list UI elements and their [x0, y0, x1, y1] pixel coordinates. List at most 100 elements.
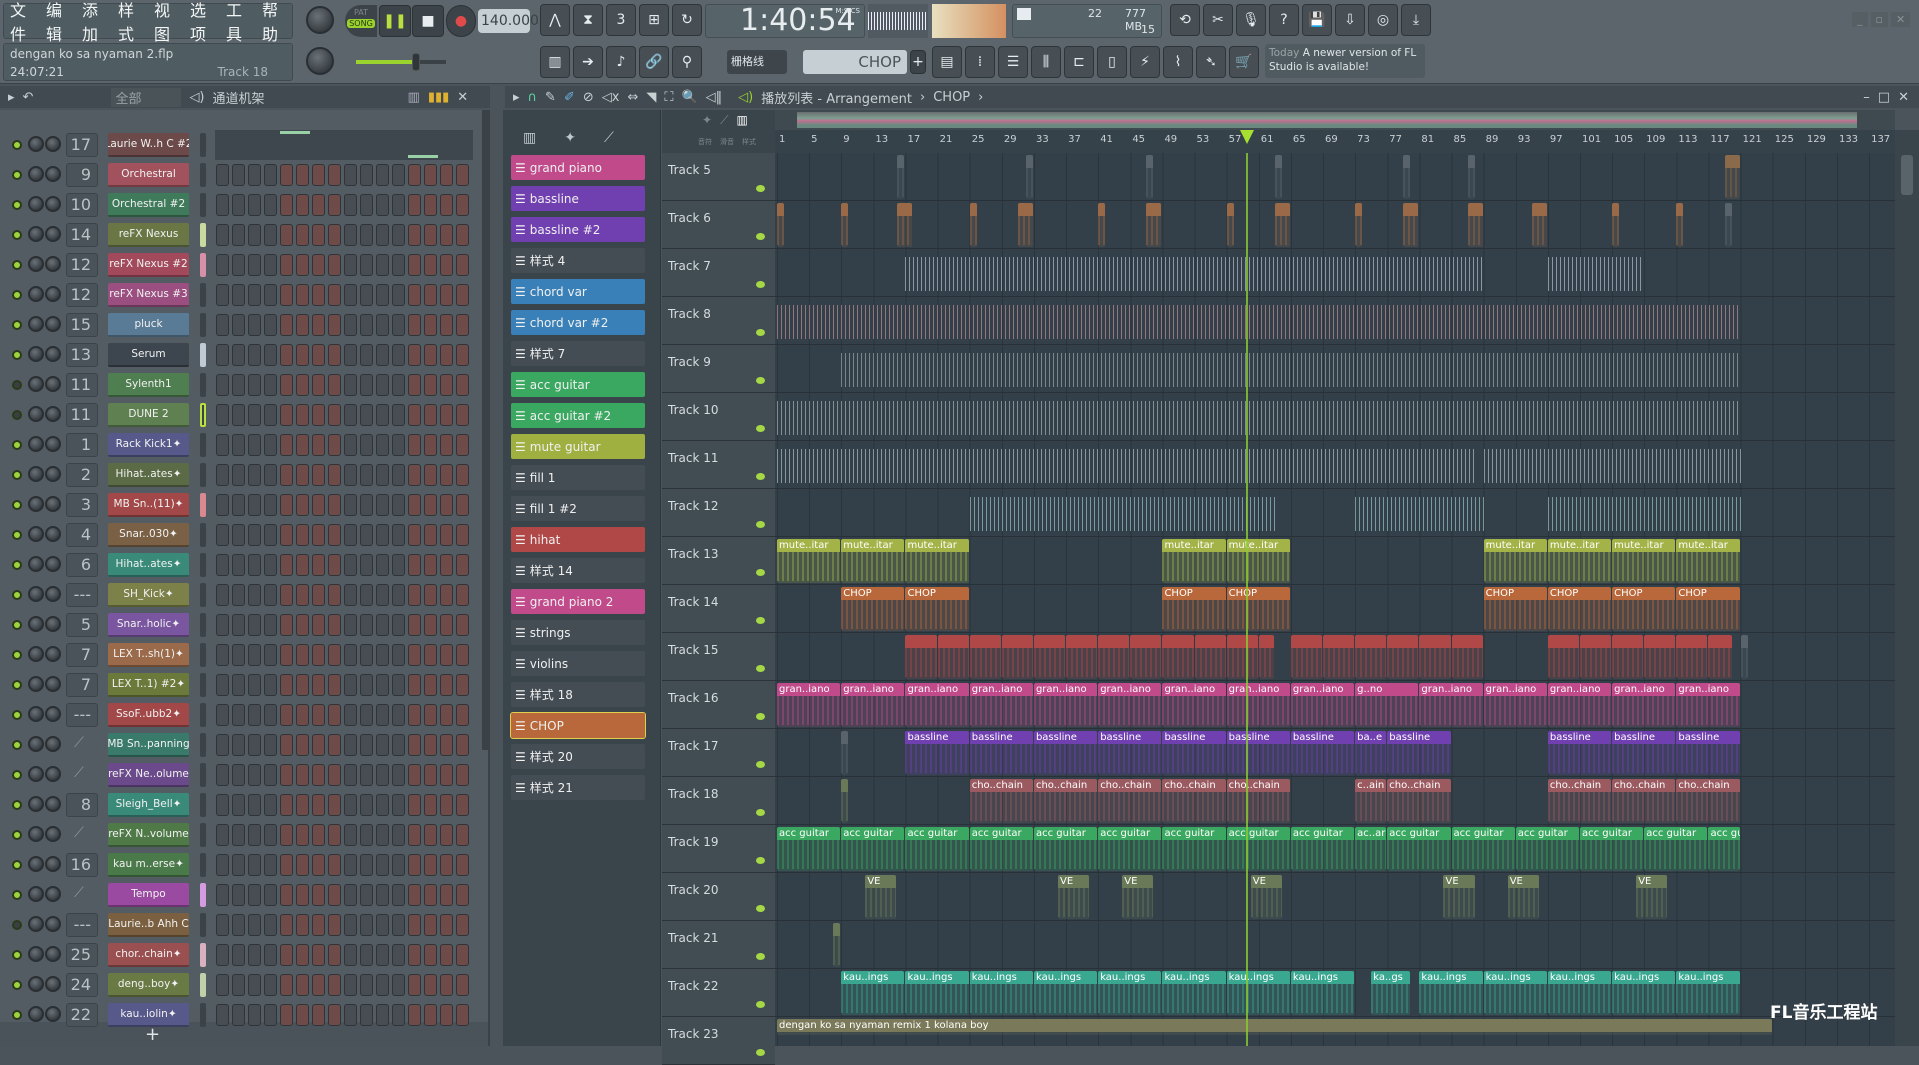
- playlist-clip[interactable]: [1226, 203, 1234, 247]
- step-pad[interactable]: [344, 914, 357, 936]
- clip-content[interactable]: [905, 257, 1484, 291]
- track-header[interactable]: Track 16: [662, 681, 775, 729]
- channel-mute-led[interactable]: [12, 650, 22, 660]
- step-pad[interactable]: [440, 524, 453, 546]
- step-pad[interactable]: [408, 674, 421, 696]
- step-pad[interactable]: [424, 674, 437, 696]
- slide-icon[interactable]: ♪: [606, 46, 636, 78]
- step-pad[interactable]: [312, 704, 325, 726]
- step-pad[interactable]: [312, 944, 325, 966]
- playlist-clip[interactable]: CHOP: [841, 587, 905, 631]
- track-header[interactable]: Track 22: [662, 969, 775, 1017]
- panel-close-icon[interactable]: ✕: [1898, 90, 1909, 105]
- automation-icon[interactable]: ⟋: [604, 130, 614, 146]
- step-pad[interactable]: [216, 854, 229, 876]
- playlist-clip[interactable]: [1258, 635, 1274, 679]
- step-pad[interactable]: [296, 974, 309, 996]
- browser-icon[interactable]: ⊏: [1064, 46, 1094, 78]
- channel-pan-knob[interactable]: [45, 1006, 61, 1022]
- playlist-clip[interactable]: [1676, 635, 1708, 679]
- channel-select-indicator[interactable]: [200, 793, 206, 817]
- playlist-clip[interactable]: VE: [1636, 875, 1668, 919]
- playback-icon[interactable]: ◁‖: [706, 90, 723, 105]
- track-enable-led[interactable]: [756, 617, 765, 624]
- step-pad[interactable]: [424, 314, 437, 336]
- track-header[interactable]: Track 21: [662, 921, 775, 969]
- step-pad[interactable]: [248, 764, 261, 786]
- step-pad[interactable]: [456, 884, 469, 906]
- pattern-item[interactable]: ☰ 样式 18: [511, 682, 645, 707]
- step-pad[interactable]: [392, 764, 405, 786]
- step-pad[interactable]: [264, 164, 277, 186]
- channel-select-indicator[interactable]: [200, 433, 206, 457]
- step-pad[interactable]: [248, 254, 261, 276]
- channel-select-indicator[interactable]: [200, 223, 206, 247]
- step-pad[interactable]: [232, 524, 245, 546]
- step-pad[interactable]: [392, 404, 405, 426]
- step-pad[interactable]: [456, 614, 469, 636]
- playlist-clip[interactable]: [1419, 635, 1451, 679]
- step-pad[interactable]: [328, 734, 341, 756]
- channel-pan-knob[interactable]: [45, 136, 61, 152]
- step-pad[interactable]: [296, 494, 309, 516]
- channel-pan-knob[interactable]: [45, 856, 61, 872]
- channel-volume-knob[interactable]: [28, 736, 44, 752]
- channel-volume-knob[interactable]: [28, 706, 44, 722]
- track-header[interactable]: Track 9: [662, 345, 775, 393]
- channel-volume-knob[interactable]: [28, 796, 44, 812]
- track-header[interactable]: Track 8: [662, 297, 775, 345]
- channel-mute-led[interactable]: [12, 230, 22, 240]
- step-pad[interactable]: [280, 614, 293, 636]
- playlist-icon[interactable]: ▤: [932, 46, 962, 78]
- step-pad[interactable]: [392, 524, 405, 546]
- playlist-clip[interactable]: [841, 779, 849, 823]
- step-pad[interactable]: [248, 404, 261, 426]
- channel-pan-knob[interactable]: [45, 376, 61, 392]
- playlist-clip[interactable]: [1017, 203, 1033, 247]
- minimize-icon[interactable]: _: [1852, 12, 1868, 27]
- step-pad[interactable]: [360, 1004, 373, 1026]
- step-pad[interactable]: [360, 614, 373, 636]
- channel-name-button[interactable]: Laurie..b Ahh C: [108, 913, 189, 937]
- step-pad[interactable]: [248, 1004, 261, 1026]
- step-pad[interactable]: [360, 584, 373, 606]
- step-pad[interactable]: [440, 794, 453, 816]
- step-pad[interactable]: [408, 854, 421, 876]
- step-pad[interactable]: [376, 584, 389, 606]
- step-pad[interactable]: [312, 794, 325, 816]
- step-pad[interactable]: [216, 974, 229, 996]
- step-pad[interactable]: [376, 224, 389, 246]
- step-pad[interactable]: [344, 164, 357, 186]
- step-pad[interactable]: [376, 704, 389, 726]
- playlist-vertical-scrollbar[interactable]: [1895, 130, 1919, 1046]
- panel-maximize-icon[interactable]: □: [1878, 90, 1890, 105]
- step-pad[interactable]: [424, 824, 437, 846]
- channel-mute-led[interactable]: [12, 920, 22, 930]
- channel-select-indicator[interactable]: [200, 193, 206, 217]
- step-pad[interactable]: [264, 374, 277, 396]
- pattern-item[interactable]: ☰ grand piano: [511, 155, 645, 180]
- pattern-item[interactable]: ☰ violins: [511, 651, 645, 676]
- channel-name-button[interactable]: reFX Nexus #2: [108, 253, 189, 277]
- channel-name-button[interactable]: chor..chain ✦: [108, 943, 189, 967]
- step-pad[interactable]: [328, 884, 341, 906]
- pattern-item[interactable]: ☰ grand piano 2: [511, 589, 645, 614]
- playlist-clip[interactable]: mute..itar: [1612, 539, 1676, 583]
- channel-name-button[interactable]: Serum: [108, 343, 189, 367]
- step-pad[interactable]: [344, 284, 357, 306]
- step-pad[interactable]: [328, 1004, 341, 1026]
- playlist-clip[interactable]: bassline: [1226, 731, 1290, 775]
- step-pad[interactable]: [360, 284, 373, 306]
- menu-item[interactable]: 文件: [10, 0, 40, 45]
- playlist-filter-label[interactable]: 音符: [698, 137, 712, 147]
- playlist-clip[interactable]: cho..chain: [1098, 779, 1162, 823]
- step-pad[interactable]: [328, 164, 341, 186]
- channel-pan-knob[interactable]: [45, 316, 61, 332]
- track-enable-led[interactable]: [756, 761, 765, 768]
- pattern-item[interactable]: ☰ CHOP: [510, 712, 646, 739]
- step-pad[interactable]: [392, 464, 405, 486]
- pattern-item[interactable]: ☰ bassline #2: [511, 217, 645, 242]
- mixer-track-number[interactable]: ---: [66, 913, 98, 937]
- playlist-clip[interactable]: cho..chain: [1547, 779, 1612, 823]
- step-pad[interactable]: [376, 464, 389, 486]
